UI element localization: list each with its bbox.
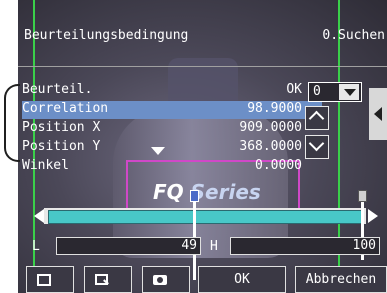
divider bbox=[18, 66, 387, 67]
row-label: Winkel bbox=[22, 158, 69, 173]
page-title: Beurteilungsbedingung bbox=[24, 28, 189, 43]
row-label: Beurteil. bbox=[22, 82, 93, 97]
high-label: H bbox=[210, 239, 218, 254]
row-label: Correlation bbox=[22, 101, 109, 116]
output-select-value: 0 bbox=[313, 84, 321, 99]
row-label: Position X bbox=[22, 120, 101, 135]
result-row-position-x[interactable]: Position X 909.0000 bbox=[22, 120, 322, 138]
low-value-field[interactable]: 49 bbox=[56, 237, 201, 255]
row-value: 368.0000 bbox=[239, 139, 302, 154]
scroll-up-button[interactable] bbox=[305, 106, 329, 130]
range-slider-track[interactable] bbox=[48, 210, 362, 224]
row-label: Position Y bbox=[22, 139, 101, 154]
chevron-down-icon[interactable] bbox=[339, 84, 359, 100]
product-label: FQ Series bbox=[153, 180, 261, 204]
screen: FQ Series Beurteilungsbedingung 0.Suchen… bbox=[18, 0, 387, 293]
zoom-button[interactable] bbox=[84, 266, 132, 293]
row-value: 98.9000 bbox=[247, 101, 302, 116]
ok-button[interactable]: OK bbox=[198, 266, 286, 293]
row-value: 0.0000 bbox=[255, 158, 302, 173]
result-row-position-y[interactable]: Position Y 368.0000 bbox=[22, 139, 322, 157]
output-select[interactable]: 0 bbox=[308, 82, 362, 102]
value-marker-icon bbox=[151, 147, 165, 155]
result-row-angle[interactable]: Winkel 0.0000 bbox=[22, 158, 322, 176]
camera-button[interactable] bbox=[142, 266, 190, 293]
cancel-button[interactable]: Abbrechen bbox=[295, 266, 387, 293]
search-tab[interactable]: 0.Suchen bbox=[322, 28, 385, 43]
slider-left-arrow-icon[interactable] bbox=[34, 209, 44, 223]
frame-button[interactable] bbox=[26, 266, 74, 293]
zoom-icon bbox=[95, 274, 108, 285]
result-row-judgement[interactable]: Beurteil. OK bbox=[22, 82, 322, 100]
slider-high-handle[interactable] bbox=[358, 190, 367, 270]
product-label-a: FQ bbox=[153, 180, 191, 204]
low-label: L bbox=[32, 239, 40, 254]
row-value: OK bbox=[286, 82, 302, 97]
slider-low-handle[interactable] bbox=[190, 190, 199, 280]
product-label-b: Series bbox=[190, 180, 261, 204]
frame-icon bbox=[37, 274, 51, 286]
high-value-field[interactable]: 100 bbox=[230, 237, 380, 255]
row-value: 909.0000 bbox=[239, 120, 302, 135]
collapse-panel-button[interactable] bbox=[369, 88, 387, 140]
slider-right-arrow-icon[interactable] bbox=[368, 209, 378, 223]
camera-icon bbox=[153, 275, 167, 285]
result-row-correlation[interactable]: Correlation 98.9000 bbox=[22, 101, 322, 119]
scroll-down-button[interactable] bbox=[305, 135, 329, 159]
row-group-brace bbox=[4, 84, 20, 162]
